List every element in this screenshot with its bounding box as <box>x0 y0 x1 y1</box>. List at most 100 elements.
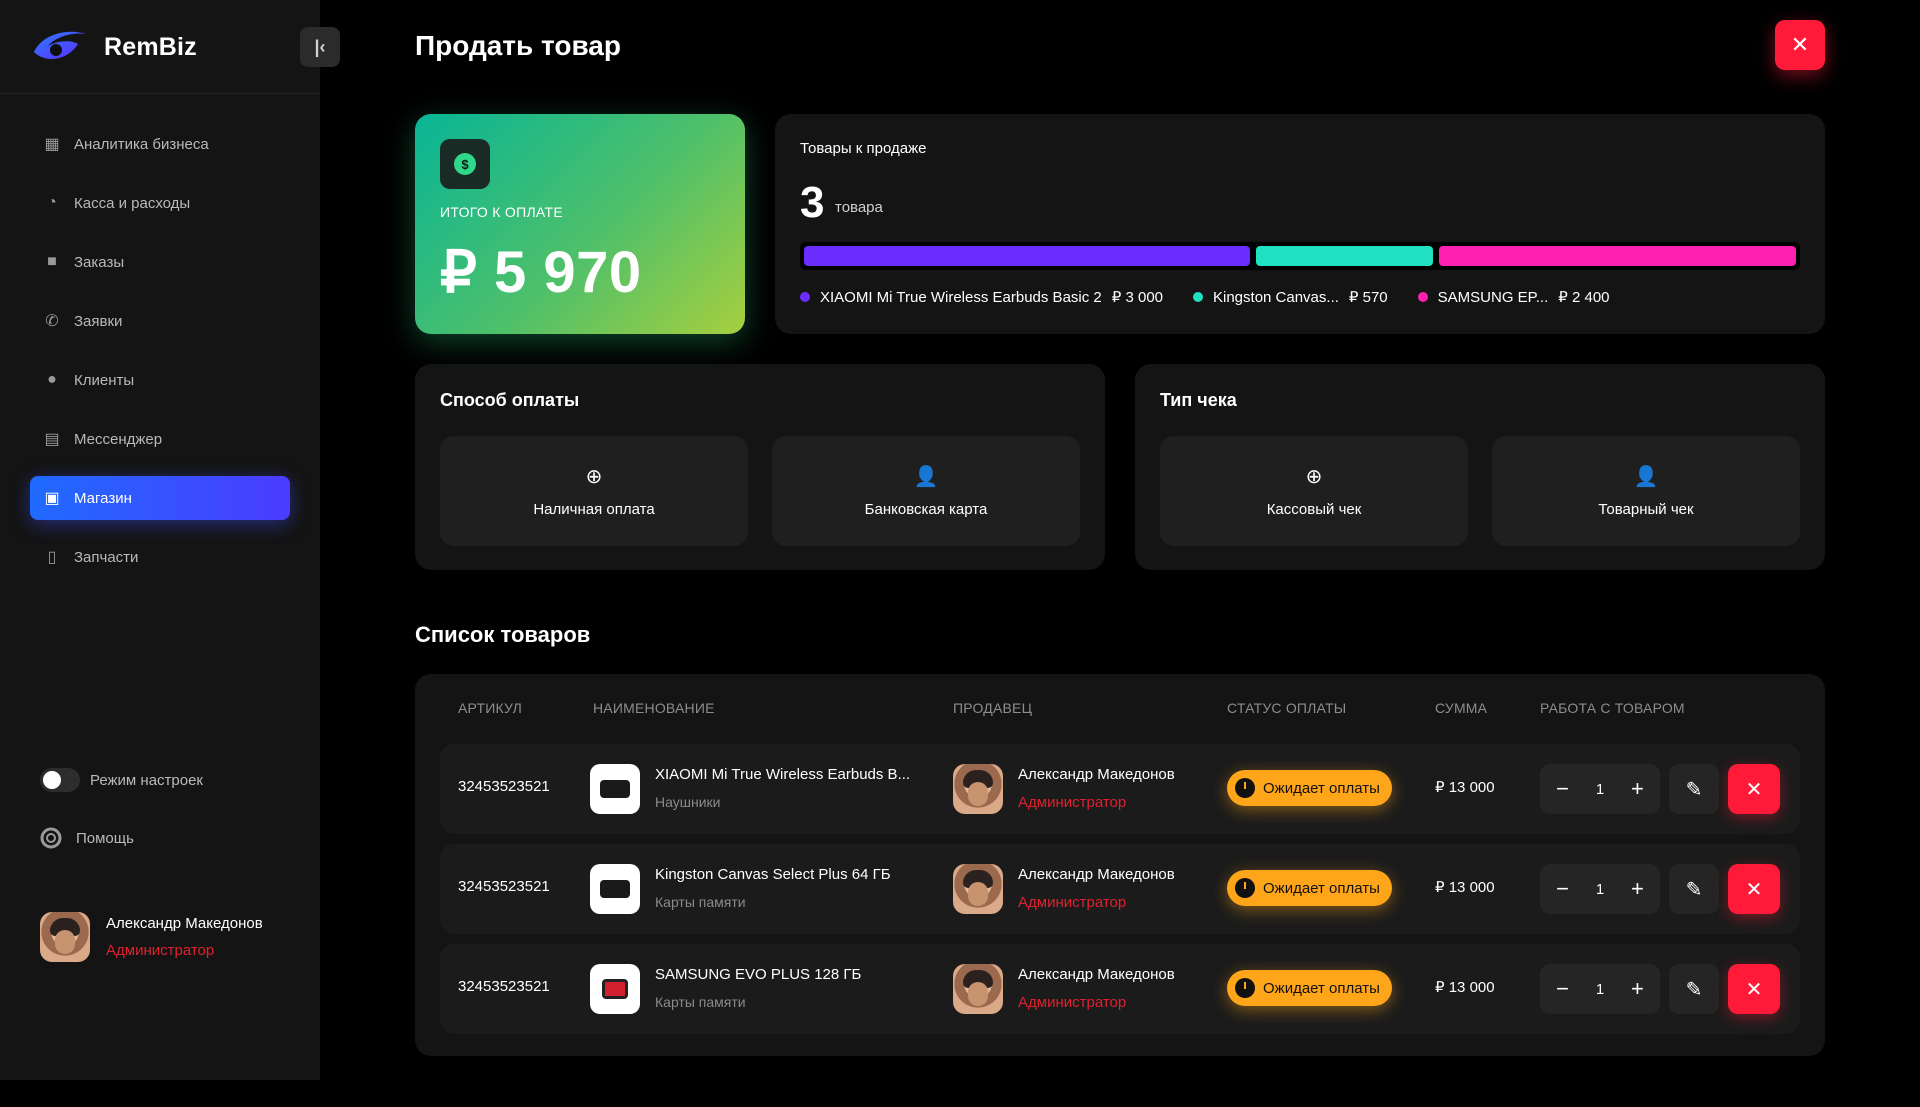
column-header-name: НАИМЕНОВАНИЕ <box>593 700 715 716</box>
legend-dot <box>1417 292 1428 302</box>
dollar-icon: $ <box>454 153 476 175</box>
seller-role: Администратор <box>1018 994 1127 1011</box>
total-label: ИТОГО К ОПЛАТЕ <box>440 204 563 220</box>
goods-bar-segment <box>804 246 1250 266</box>
payment-option-card[interactable]: 👤 Банковская карта <box>772 436 1080 546</box>
seller-role: Администратор <box>1018 894 1127 911</box>
goods-bar-segment <box>1439 246 1796 266</box>
pencil-icon: ✎ <box>1685 978 1703 1001</box>
legend-item: Kingston Canvas... ₽ 570 <box>1193 288 1388 306</box>
status-badge: Ожидает оплаты <box>1227 770 1392 806</box>
plus-button[interactable]: + <box>1625 876 1649 902</box>
status-badge: Ожидает оплаты <box>1227 870 1392 906</box>
plus-circle-icon: ⊕ <box>1305 466 1323 488</box>
sidebar-nav: ▦ Аналитика бизнеса ◔ Касса и расходы ■ … <box>30 122 290 594</box>
quantity-value: 1 <box>1595 780 1605 798</box>
sd-card-icon <box>602 979 628 999</box>
plus-circle-icon: ⊕ <box>585 466 603 488</box>
legend-price: ₽ 570 <box>1348 289 1388 306</box>
status-text: Ожидает оплаты <box>1263 779 1380 797</box>
payment-method-title: Способ оплаты <box>440 390 580 410</box>
edit-button[interactable]: ✎ <box>1669 864 1719 914</box>
legend-name: XIAOMI Mi True Wireless Earbuds Basic 2 <box>820 288 1102 306</box>
total-amount: ₽ 5 970 <box>440 240 642 305</box>
avatar-face <box>968 782 988 806</box>
dashboard-icon: ▦ <box>44 136 60 153</box>
delete-button[interactable]: ✕ <box>1728 864 1780 914</box>
edit-button[interactable]: ✎ <box>1669 764 1719 814</box>
receipt-type-card: Тип чека ⊕ Кассовый чек 👤 Товарный чек <box>1135 364 1825 570</box>
row-sum: ₽ 13 000 <box>1435 979 1495 996</box>
legend-item: XIAOMI Mi True Wireless Earbuds Basic 2 … <box>800 288 1163 306</box>
help-label: Помощь <box>76 829 134 847</box>
sidebar-item-clients[interactable]: ● Клиенты <box>30 358 290 402</box>
sidebar-item-messenger[interactable]: ▤ Мессенджер <box>30 417 290 461</box>
receipt-option-label: Кассовый чек <box>1266 501 1362 518</box>
receipt-option-cash-register[interactable]: ⊕ Кассовый чек <box>1160 436 1468 546</box>
dollar-icon-box: $ <box>440 139 490 189</box>
edit-button[interactable]: ✎ <box>1669 964 1719 1014</box>
avatar-face <box>968 882 988 906</box>
table-row[interactable]: 32453523521 SAMSUNG EVO PLUS 128 ГБ Карт… <box>440 944 1800 1034</box>
close-icon: ✕ <box>1745 778 1763 801</box>
products-table: АРТИКУЛ НАИМЕНОВАНИЕ ПРОДАВЕЦ СТАТУС ОПЛ… <box>415 674 1825 1056</box>
product-thumbnail <box>590 864 640 914</box>
product-category: Наушники <box>655 794 721 810</box>
table-row[interactable]: 32453523521 XIAOMI Mi True Wireless Earb… <box>440 744 1800 834</box>
sidebar-item-label: Заявки <box>74 312 123 330</box>
row-sku: 32453523521 <box>458 978 550 995</box>
app-name: RemBiz <box>104 32 197 61</box>
legend-dot <box>1193 292 1203 302</box>
avatar-face <box>968 982 988 1006</box>
minus-button[interactable]: − <box>1551 976 1575 1002</box>
goods-count: 3 <box>800 178 825 227</box>
seller-avatar <box>953 964 1003 1014</box>
lifebuoy-icon <box>40 827 62 849</box>
product-thumbnail <box>590 964 640 1014</box>
plus-button[interactable]: + <box>1625 976 1649 1002</box>
settings-mode-toggle[interactable] <box>40 768 80 792</box>
user-role: Администратор <box>106 942 215 959</box>
column-header-sku: АРТИКУЛ <box>458 700 522 716</box>
sidebar-item-requests[interactable]: ✆ Заявки <box>30 299 290 343</box>
close-button[interactable]: ✕ <box>1775 20 1825 70</box>
legend-name: Kingston Canvas... <box>1213 288 1339 306</box>
page-title: Продать товар <box>415 30 621 61</box>
goods-title: Товары к продаже <box>800 140 927 157</box>
briefcase-icon: ■ <box>47 253 57 270</box>
sidebar-item-parts[interactable]: ▯ Запчасти <box>30 535 290 579</box>
seller-avatar <box>953 764 1003 814</box>
goods-card: Товары к продаже 3 товара XIAOMI Mi True… <box>775 114 1825 334</box>
sidebar-item-label: Клиенты <box>74 371 135 389</box>
avatar-face <box>55 930 75 954</box>
user-check-icon: 👤 <box>1633 466 1659 488</box>
minus-button[interactable]: − <box>1551 876 1575 902</box>
sidebar-item-orders[interactable]: ■ Заказы <box>30 240 290 284</box>
collapse-sidebar-button[interactable]: |‹ <box>300 27 340 67</box>
settings-mode-label: Режим настроек <box>90 771 203 789</box>
sidebar-item-label: Магазин <box>74 489 132 507</box>
minus-button[interactable]: − <box>1551 776 1575 802</box>
logo[interactable]: RemBiz <box>28 22 197 72</box>
payment-method-card: Способ оплаты ⊕ Наличная оплата 👤 Банков… <box>415 364 1105 570</box>
receipt-option-sales[interactable]: 👤 Товарный чек <box>1492 436 1800 546</box>
help-link[interactable]: Помощь <box>40 827 134 849</box>
plus-button[interactable]: + <box>1625 776 1649 802</box>
sidebar-item-shop[interactable]: ▣ Магазин <box>30 476 290 520</box>
user-profile[interactable]: Александр Македонов Администратор <box>40 912 263 962</box>
goods-legend: XIAOMI Mi True Wireless Earbuds Basic 2 … <box>800 288 1640 306</box>
delete-button[interactable]: ✕ <box>1728 964 1780 1014</box>
column-header-seller: ПРОДАВЕЦ <box>953 700 1033 716</box>
settings-mode-row: Режим настроек <box>40 768 203 792</box>
seller-name: Александр Македонов <box>1018 966 1175 983</box>
sidebar-item-label: Касса и расходы <box>74 194 191 212</box>
delete-button[interactable]: ✕ <box>1728 764 1780 814</box>
close-icon: ✕ <box>1745 978 1763 1001</box>
goods-unit: товара <box>835 199 883 216</box>
payment-option-cash[interactable]: ⊕ Наличная оплата <box>440 436 748 546</box>
seller-role: Администратор <box>1018 794 1127 811</box>
sidebar-item-analytics[interactable]: ▦ Аналитика бизнеса <box>30 122 290 166</box>
sidebar-item-cash[interactable]: ◔ Касса и расходы <box>30 181 290 225</box>
quantity-stepper: − 1 + <box>1540 864 1660 914</box>
table-row[interactable]: 32453523521 Kingston Canvas Select Plus … <box>440 844 1800 934</box>
